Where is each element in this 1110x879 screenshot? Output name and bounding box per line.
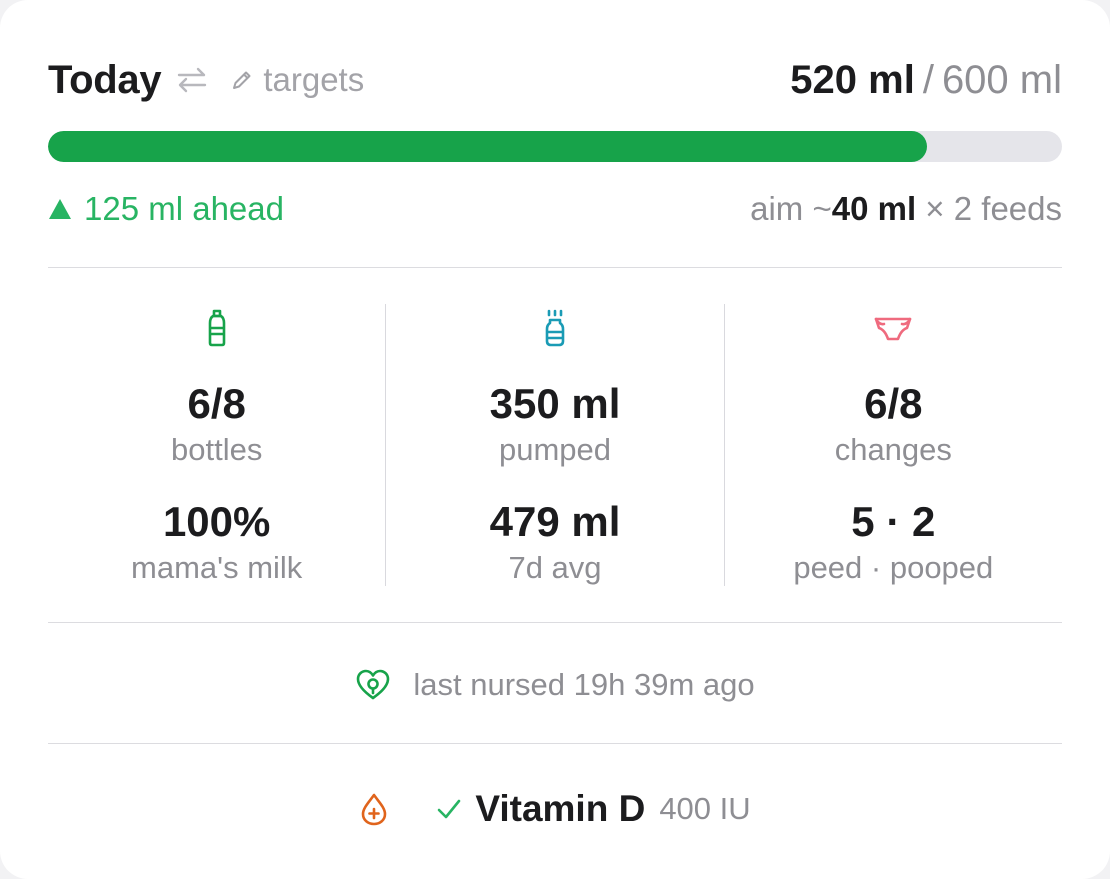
intake-progress-bar bbox=[48, 131, 1062, 162]
pumped-stat[interactable]: 350 ml pumped 479 ml 7d avg bbox=[385, 304, 723, 586]
pumped-amount: 350 ml bbox=[489, 380, 621, 427]
daily-summary-card: Today targets 520 ml/600 ml 125 ml ahead… bbox=[0, 0, 1110, 879]
last-nursed-text: last nursed 19h 39m ago bbox=[413, 667, 755, 702]
stats-grid: 6/8 bottles 100% mama's milk 350 ml pump… bbox=[48, 304, 1062, 586]
triangle-up-icon bbox=[49, 199, 71, 219]
swap-icon[interactable] bbox=[175, 63, 209, 97]
vitamin-row[interactable]: Vitamin D 400 IU bbox=[0, 784, 1110, 834]
bottles-count: 6/8 bbox=[187, 380, 246, 427]
pump-icon bbox=[545, 309, 565, 347]
diaper-icon bbox=[875, 317, 912, 341]
intake-progress-fill bbox=[48, 131, 928, 162]
changes-stat[interactable]: 6/8 changes 5 · 2 peed · pooped bbox=[723, 304, 1062, 586]
supplement-drop-icon bbox=[362, 793, 387, 826]
targets-label: targets bbox=[263, 61, 365, 98]
breastmilk-label: mama's milk bbox=[131, 550, 303, 585]
bottles-stat[interactable]: 6/8 bottles 100% mama's milk bbox=[48, 304, 385, 586]
header-left: Today targets bbox=[48, 58, 364, 103]
ahead-status: 125 ml ahead bbox=[48, 190, 284, 228]
seven-day-avg: 479 ml bbox=[489, 498, 621, 545]
pumped-label: pumped bbox=[498, 432, 611, 467]
bottles-label: bottles bbox=[170, 432, 263, 467]
changes-count: 6/8 bbox=[864, 380, 923, 427]
edit-targets-button[interactable]: targets bbox=[231, 61, 364, 99]
vitamin-dose: 400 IU bbox=[659, 791, 751, 826]
aim-text: aim ~40 ml × 2 feeds bbox=[750, 190, 1062, 228]
breastmilk-percent: 100% bbox=[162, 498, 271, 545]
peed-pooped-count: 5 · 2 bbox=[851, 498, 936, 545]
total-separator: / bbox=[922, 57, 934, 102]
pencil-icon bbox=[233, 71, 251, 89]
ahead-text: 125 ml ahead bbox=[84, 190, 284, 227]
divider bbox=[48, 743, 1062, 744]
status-row: 125 ml ahead aim ~40 ml × 2 feeds bbox=[48, 186, 1062, 232]
bottle-icon bbox=[208, 309, 225, 347]
vitamin-name: Vitamin D bbox=[475, 788, 646, 829]
total-target: 600 ml bbox=[941, 57, 1062, 102]
heart-icon bbox=[357, 669, 390, 700]
seven-day-avg-label: 7d avg bbox=[508, 550, 602, 585]
page-title: Today bbox=[48, 57, 162, 102]
peed-pooped-label: peed · pooped bbox=[793, 550, 994, 585]
aim-prefix: aim ~ bbox=[750, 190, 832, 227]
divider bbox=[48, 267, 1062, 268]
total-current: 520 ml bbox=[790, 57, 915, 102]
last-nursed-row[interactable]: last nursed 19h 39m ago bbox=[0, 660, 1110, 710]
changes-label: changes bbox=[834, 432, 952, 467]
check-icon bbox=[438, 799, 461, 819]
divider bbox=[48, 622, 1062, 623]
aim-amount: 40 ml bbox=[831, 190, 917, 227]
card-header: Today targets 520 ml/600 ml bbox=[48, 52, 1062, 108]
aim-suffix: × 2 feeds bbox=[916, 190, 1062, 227]
intake-totals: 520 ml/600 ml bbox=[790, 58, 1062, 103]
